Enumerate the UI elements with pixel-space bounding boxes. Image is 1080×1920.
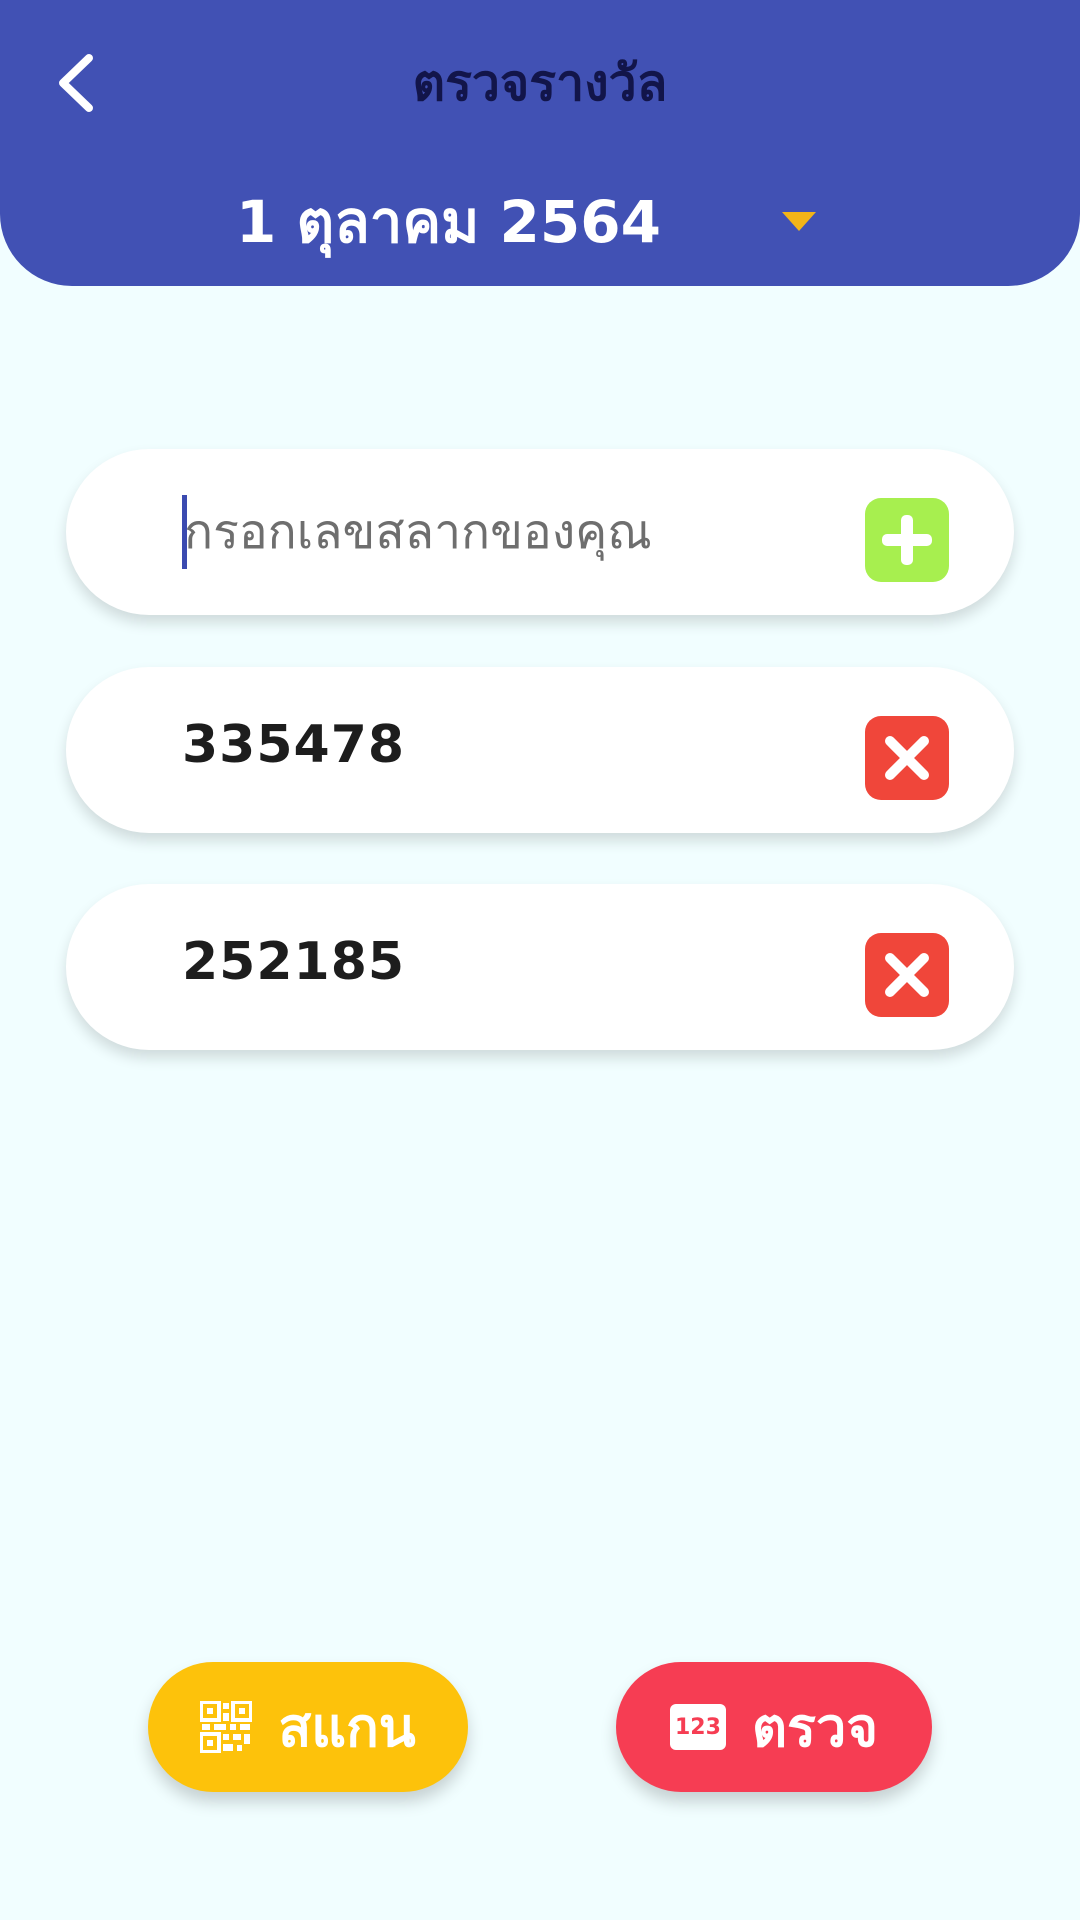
ticket-number: 335478 — [182, 715, 406, 775]
date-dropdown[interactable]: 1 ตุลาคม 2564 — [200, 178, 840, 264]
ticket-input-card — [66, 449, 1014, 615]
plus-icon — [882, 515, 932, 565]
scan-button-label: สแกน — [278, 1696, 416, 1759]
check-button[interactable]: 123 ตรวจ — [616, 1662, 932, 1792]
ticket-entry: 335478 — [66, 667, 1014, 833]
scan-button[interactable]: สแกน — [148, 1662, 468, 1792]
ticket-number-input[interactable] — [184, 485, 804, 579]
selected-date: 1 ตุลาคม 2564 — [236, 187, 661, 256]
check-button-label: ตรวจ — [751, 1696, 879, 1759]
remove-ticket-button[interactable] — [865, 933, 949, 1017]
close-icon — [885, 953, 929, 997]
numbers-icon: 123 — [669, 1704, 726, 1750]
page-title: ตรวจรางวัล — [412, 54, 668, 112]
app-header: ตรวจรางวัล 1 ตุลาคม 2564 — [0, 0, 1080, 286]
caret-down-icon — [782, 212, 816, 231]
close-icon — [885, 736, 929, 780]
ticket-number: 252185 — [182, 932, 406, 992]
add-ticket-button[interactable] — [865, 498, 949, 582]
ticket-entry: 252185 — [66, 884, 1014, 1050]
remove-ticket-button[interactable] — [865, 716, 949, 800]
qr-code-icon — [200, 1701, 253, 1753]
